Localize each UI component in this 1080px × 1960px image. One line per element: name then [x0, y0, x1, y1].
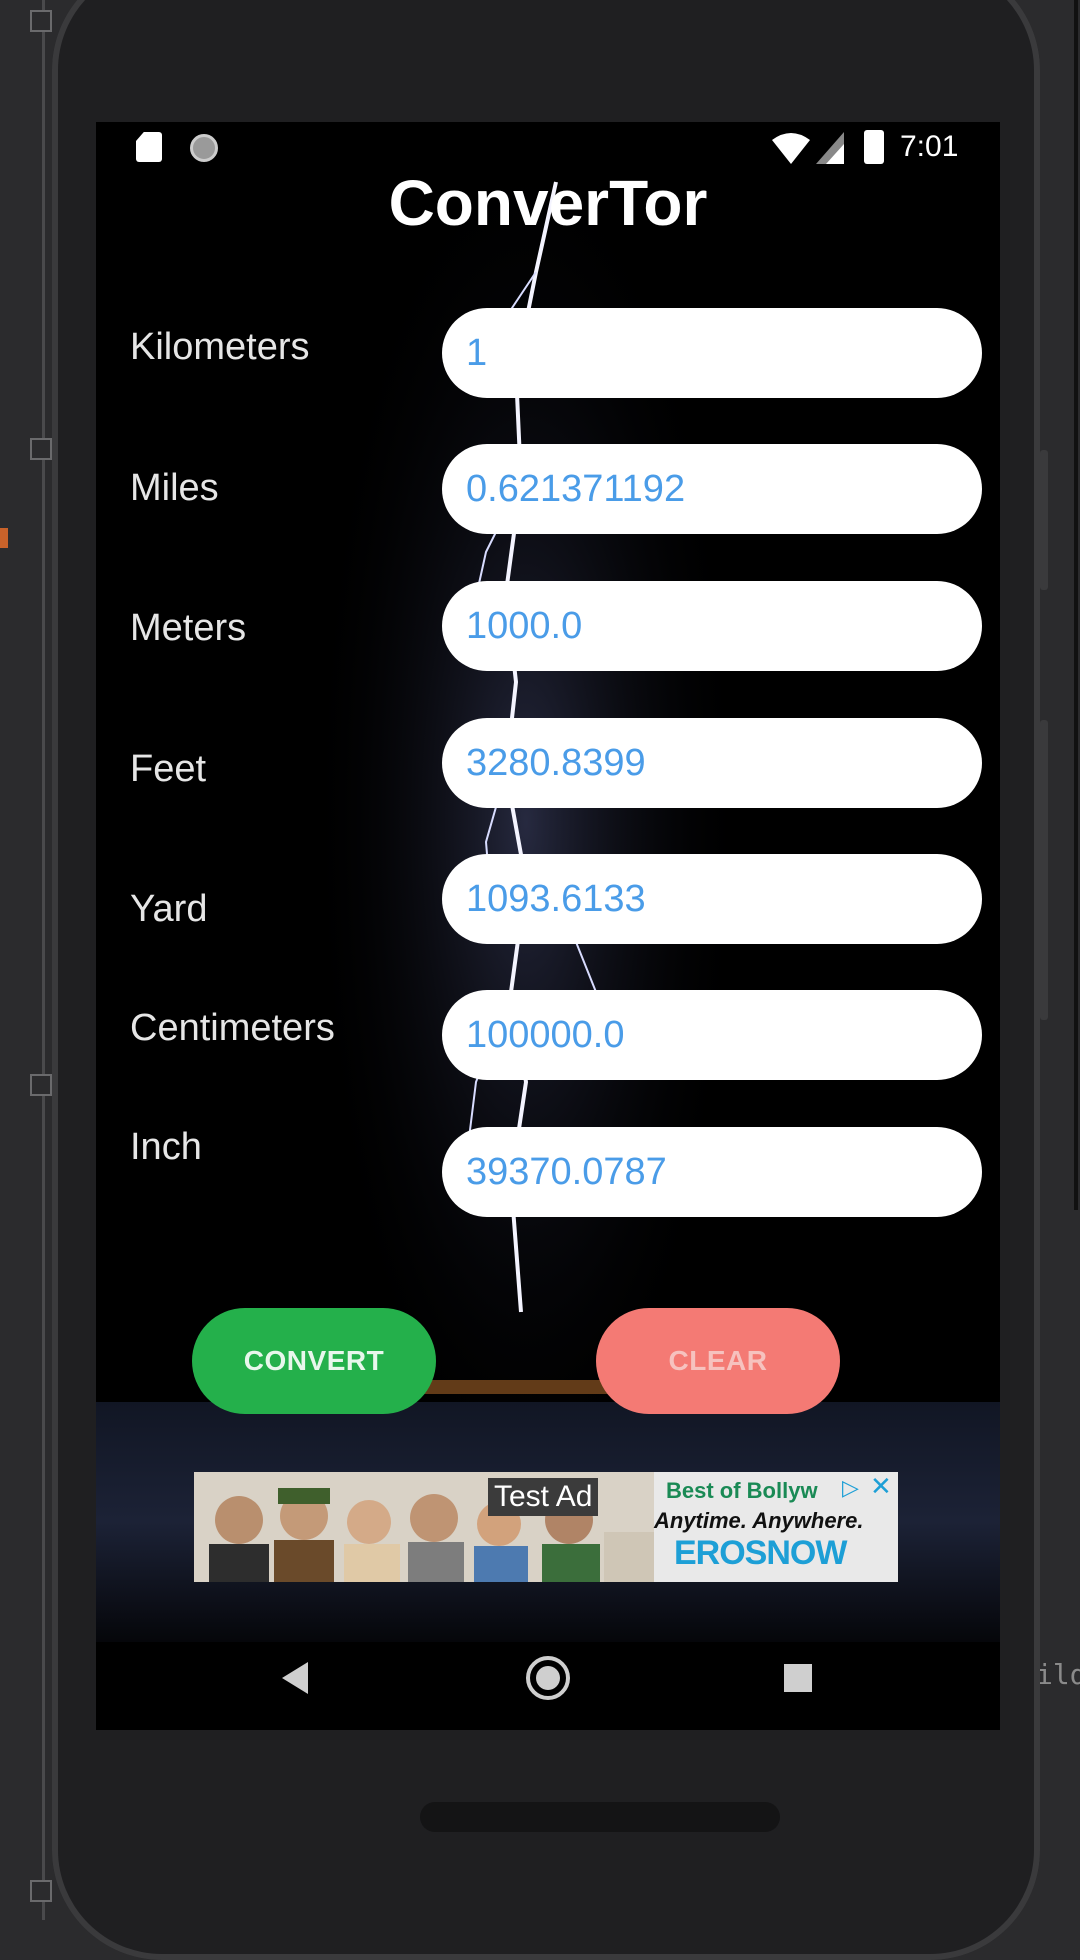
wifi-icon	[772, 133, 810, 164]
yard-field[interactable]	[442, 854, 982, 944]
convert-button[interactable]: CONVERT	[192, 1308, 436, 1414]
ide-collapse-handle[interactable]	[30, 438, 52, 460]
ad-info-icon[interactable]: ▷	[842, 1476, 868, 1502]
label-yard: Yard	[130, 888, 208, 930]
back-icon[interactable]	[282, 1662, 308, 1694]
ide-collapse-handle[interactable]	[30, 10, 52, 32]
app-screen: 7:01 ConverTor Kilometers Miles Meters F…	[96, 122, 1000, 1730]
ide-layout-rail	[42, 0, 45, 1920]
ad-close-icon[interactable]: ✕	[870, 1474, 896, 1500]
miles-field[interactable]	[442, 444, 982, 534]
ide-marker	[0, 528, 8, 548]
label-miles: Miles	[130, 467, 219, 509]
battery-icon	[864, 130, 884, 164]
volume-button[interactable]	[1040, 450, 1048, 590]
label-centimeters: Centimeters	[130, 1007, 335, 1049]
inch-input[interactable]	[464, 1149, 982, 1195]
app-title: ConverTor	[388, 167, 708, 239]
signal-icon	[816, 132, 844, 164]
ad-headline: Best of Bollyw	[666, 1478, 818, 1503]
feet-input[interactable]	[464, 740, 982, 786]
ide-expand-handle[interactable]	[30, 1880, 52, 1902]
ad-subheadline: Anytime. Anywhere.	[654, 1508, 864, 1533]
meters-input[interactable]	[464, 603, 982, 649]
kilometers-field[interactable]	[442, 308, 982, 398]
centimeters-input[interactable]	[464, 1012, 982, 1058]
clear-button[interactable]: CLEAR	[596, 1308, 840, 1414]
yard-input[interactable]	[464, 876, 982, 922]
bottom-speaker	[420, 1802, 780, 1832]
ide-divider	[1074, 0, 1078, 1210]
label-inch: Inch	[130, 1126, 202, 1168]
circle-status-icon	[190, 134, 218, 162]
power-button[interactable]	[1040, 720, 1048, 1020]
navigation-bar	[96, 1642, 1000, 1730]
inch-field[interactable]	[442, 1127, 982, 1217]
home-icon[interactable]	[526, 1656, 570, 1700]
feet-field[interactable]	[442, 718, 982, 808]
test-ad-badge: Test Ad	[488, 1478, 599, 1516]
ide-code-text: ild	[1036, 1658, 1080, 1691]
sd-card-icon	[136, 132, 162, 162]
ad-banner[interactable]: Test Ad Best of Bollyw Anytime. Anywhere…	[194, 1472, 898, 1582]
label-feet: Feet	[130, 748, 207, 790]
miles-input[interactable]	[464, 466, 982, 512]
label-kilometers: Kilometers	[130, 326, 310, 368]
meters-field[interactable]	[442, 581, 982, 671]
ad-brand: EROSNOW	[674, 1534, 847, 1572]
recents-icon[interactable]	[784, 1664, 812, 1692]
kilometers-input[interactable]	[464, 330, 982, 376]
status-time: 7:01	[900, 130, 959, 163]
ide-collapse-handle[interactable]	[30, 1074, 52, 1096]
centimeters-field[interactable]	[442, 990, 982, 1080]
label-meters: Meters	[130, 607, 247, 649]
